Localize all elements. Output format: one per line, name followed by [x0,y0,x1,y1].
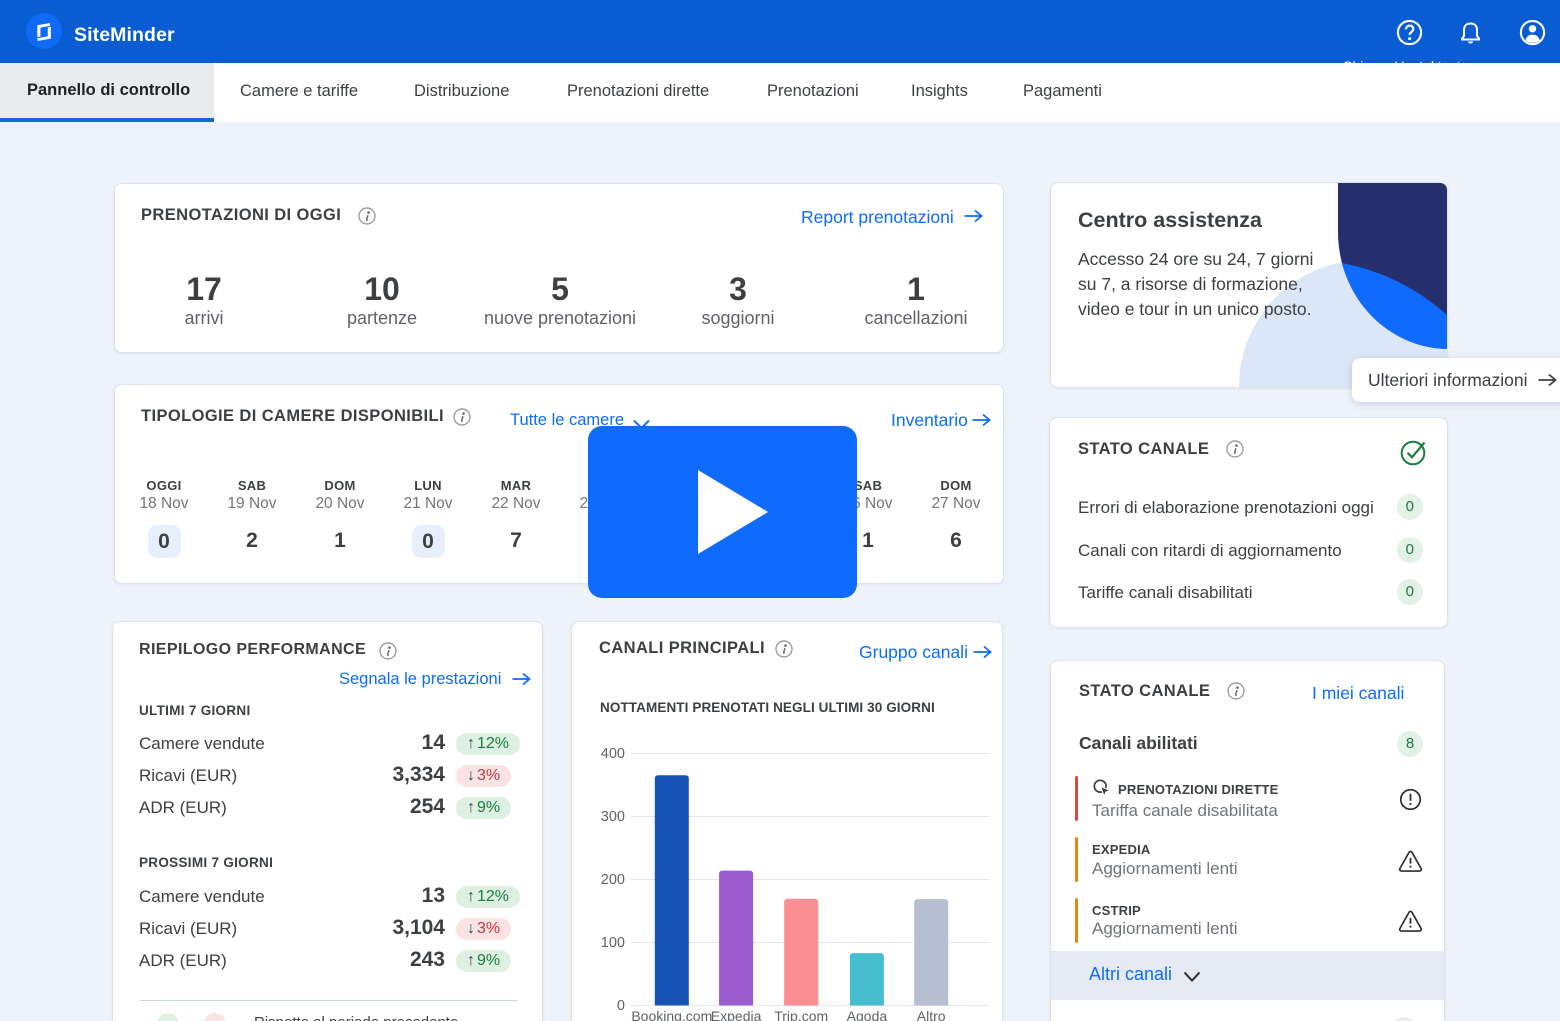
svg-text:Altro: Altro [917,1008,946,1021]
svg-text:Trip.com: Trip.com [774,1008,828,1021]
svg-text:0: 0 [617,998,625,1014]
svg-text:Booking.com: Booking.com [631,1008,712,1021]
svg-text:400: 400 [601,746,625,762]
svg-text:300: 300 [601,809,625,825]
svg-text:Expedia: Expedia [711,1008,762,1021]
svg-text:100: 100 [601,935,625,951]
svg-text:200: 200 [601,872,625,888]
svg-text:Agoda: Agoda [847,1008,888,1021]
